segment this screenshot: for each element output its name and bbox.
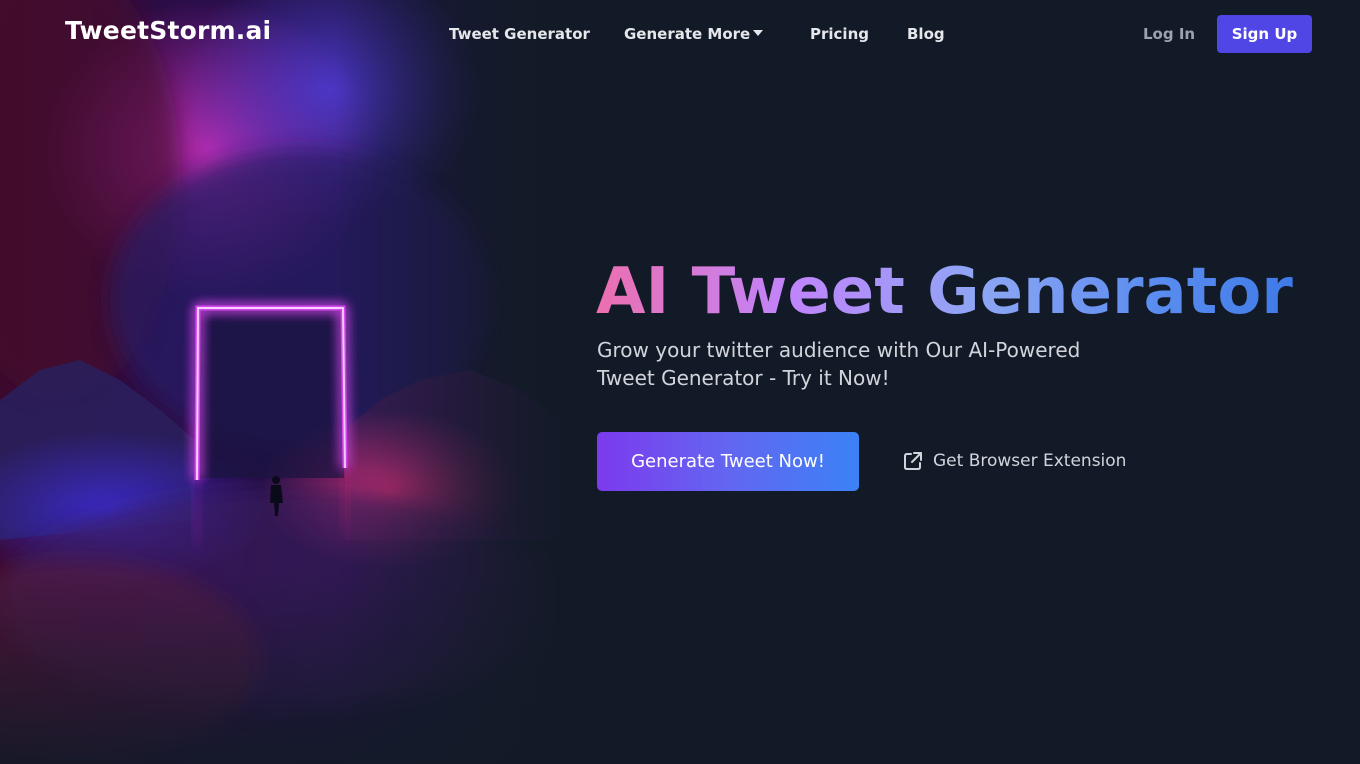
signup-button[interactable]: Sign Up <box>1217 15 1312 53</box>
hero-portal-image <box>0 0 560 764</box>
generate-tweet-button[interactable]: Generate Tweet Now! <box>597 432 859 491</box>
top-navigation: TweetStorm.ai Tweet Generator Generate M… <box>0 0 1360 66</box>
brand-logo[interactable]: TweetStorm.ai <box>65 16 271 45</box>
browser-extension-label: Get Browser Extension <box>933 451 1127 471</box>
login-link[interactable]: Log In <box>1143 25 1195 43</box>
landing-page: TweetStorm.ai Tweet Generator Generate M… <box>0 0 1360 764</box>
chevron-down-icon[interactable] <box>753 30 763 36</box>
nav-generate-more[interactable]: Generate More <box>624 25 750 43</box>
hero-subtitle: Grow your twitter audience with Our AI-P… <box>597 338 1081 390</box>
nav-pricing[interactable]: Pricing <box>810 25 869 43</box>
browser-extension-link[interactable]: Get Browser Extension <box>903 450 1126 472</box>
external-link-icon <box>904 452 922 470</box>
nav-tweet-generator[interactable]: Tweet Generator <box>449 25 590 43</box>
hero-title: AI Tweet Generator <box>596 255 1293 329</box>
nav-blog[interactable]: Blog <box>907 25 945 43</box>
